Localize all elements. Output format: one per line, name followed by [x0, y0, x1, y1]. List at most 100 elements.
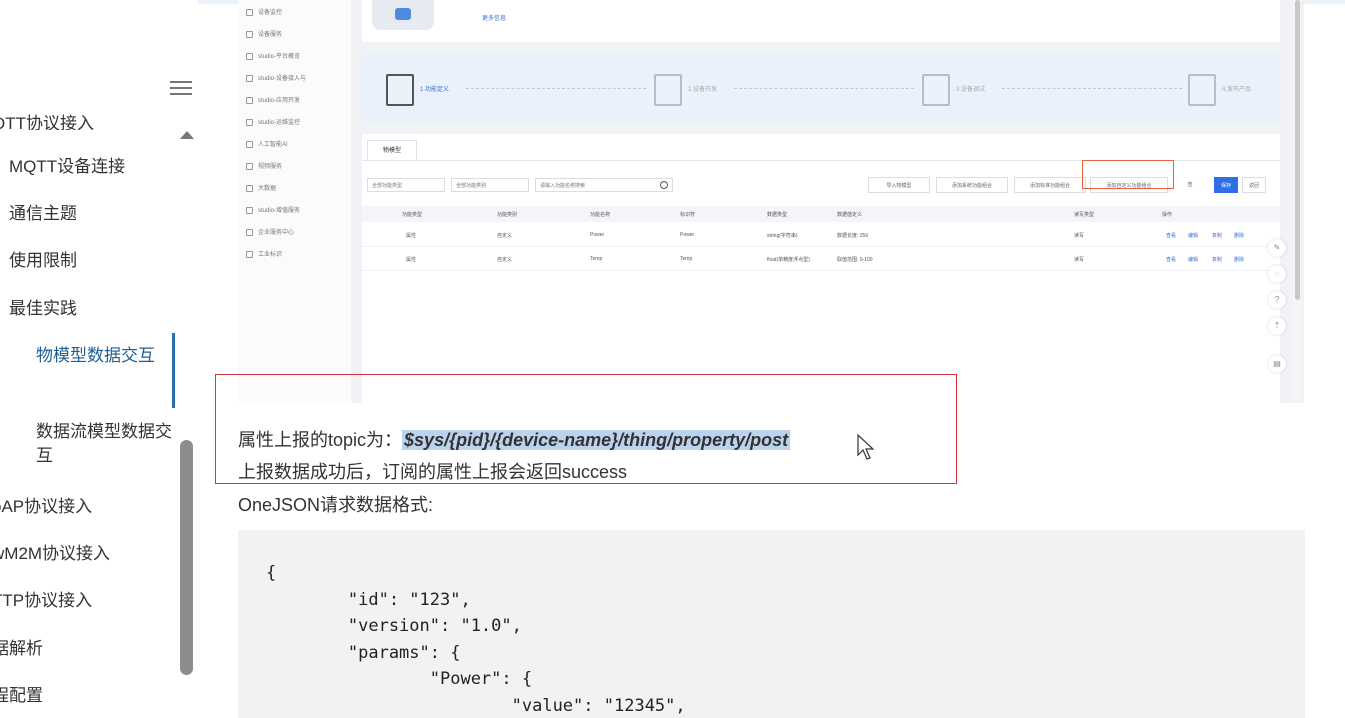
embed-sidebar-item: studio-应用开发	[246, 95, 300, 104]
filter-search-input: 请输入功能名称搜索	[535, 178, 673, 192]
add-standard-button: 添加标准功能组合	[1014, 177, 1086, 193]
embed-sidebar-item: 设备服务	[246, 29, 282, 38]
step-label: 4.发布产品	[1222, 87, 1252, 93]
step-dev-icon	[654, 74, 682, 106]
nav-item-http[interactable]: TTP协议接入	[0, 589, 92, 613]
filter-category-select: 全部功能类别	[451, 178, 529, 192]
step-define-icon	[386, 74, 414, 106]
nav-item-dataflow-model[interactable]: 数据流模型数据交互	[36, 420, 176, 468]
filter-type-select: 全部功能类型	[367, 178, 445, 192]
save-button: 保存	[1214, 177, 1238, 193]
hamburger-menu-icon[interactable]	[170, 77, 192, 99]
code-block[interactable]: { "id": "123", "version": "1.0", "params…	[238, 530, 1305, 718]
mouse-cursor-icon	[857, 433, 875, 460]
embed-sidebar-item: 视频服务	[246, 161, 282, 170]
cell-identifier: Power	[680, 232, 695, 238]
step-connector	[1002, 88, 1182, 89]
embed-sidebar: 设备监控 设备服务 studio-平台概览 studio-设备接入与 studi…	[238, 0, 351, 403]
embed-sidebar-item: studio-平台概览	[246, 51, 300, 60]
cell-type: 属性	[406, 257, 417, 263]
row-action-delete: 删除	[1234, 233, 1245, 239]
table-header: 功能类型 功能类别 功能名称 标识符 数据类型 数据值定义 读写类型 操作	[362, 206, 1280, 222]
nav-item-best-practice[interactable]: 最佳实践	[9, 297, 77, 321]
nav-item-mqtt-protocol[interactable]: QTT协议接入	[0, 112, 94, 130]
embedded-screenshot: 设备监控 设备服务 studio-平台概览 studio-设备接入与 studi…	[238, 0, 1304, 403]
row-action-delete: 删除	[1234, 257, 1245, 263]
embed-sidebar-item: studio-增值服务	[246, 205, 300, 214]
column-header: 读写类型	[1074, 212, 1095, 218]
tab-thing-model: 物模型	[367, 140, 417, 161]
embed-product-card: 更多信息	[362, 0, 1280, 42]
sidebar-scroll-thumb[interactable]	[180, 440, 193, 675]
column-header: 功能类别	[497, 212, 518, 218]
topic-value[interactable]: $sys/{pid}/{device-name}/thing/property/…	[402, 430, 791, 450]
top-float-icon: ⇡	[1268, 317, 1286, 335]
column-header: 数据值定义	[837, 212, 863, 218]
back-button: 返回	[1242, 177, 1266, 193]
table-row: 属性 自定义 Power Power string(字符串) 数据长度: 256…	[362, 224, 1280, 247]
embed-more-info: 更多信息	[482, 16, 507, 22]
column-header: 功能名称	[590, 212, 611, 218]
docs-sidebar: QTT协议接入 MQTT设备连接 通信主题 使用限制 最佳实践 物模型数据交互 …	[0, 0, 198, 718]
cell-category: 自定义	[497, 233, 513, 239]
format-label: OneJSON请求数据格式:	[238, 495, 434, 515]
cell-definition: 数据长度: 256	[837, 233, 869, 239]
cell-name: Temp	[590, 256, 603, 262]
doc-float-icon: ▤	[1268, 355, 1286, 373]
nav-item-limits[interactable]: 使用限制	[9, 249, 77, 273]
cell-rw: 读写	[1074, 257, 1085, 263]
step-label: 3.设备调试	[956, 87, 986, 93]
row-action-view: 查看	[1166, 233, 1177, 239]
row-action-copy: 复制	[1212, 233, 1223, 239]
edit-float-icon: ✎	[1268, 239, 1286, 257]
embed-sidebar-item: studio-运维监控	[246, 117, 300, 126]
column-header: 标识符	[680, 212, 696, 218]
scroll-up-arrow-icon[interactable]	[180, 131, 194, 139]
nav-item-coap[interactable]: oAP协议接入	[0, 495, 92, 519]
nav-item-topics[interactable]: 通信主题	[9, 202, 77, 226]
nav-item-config[interactable]: 程配置	[0, 684, 43, 708]
search-icon	[660, 181, 668, 189]
highlight-box	[1082, 160, 1174, 189]
nav-item-parse[interactable]: 据解析	[0, 637, 43, 661]
topic-line: 属性上报的topic为： $sys/{pid}/{device-name}/thi…	[238, 428, 791, 452]
product-image	[372, 0, 434, 30]
step-label: 1.功能定义	[420, 87, 450, 93]
embed-sidebar-item: 企业服务中心	[246, 227, 294, 236]
row-action-view: 查看	[1166, 257, 1177, 263]
step-publish-icon	[1188, 74, 1216, 106]
step-label: 2.设备开发	[688, 87, 718, 93]
row-action-edit: 编辑	[1188, 257, 1199, 263]
embed-steps: 1.功能定义 2.设备开发 3.设备调试 4.发布产品	[362, 52, 1280, 124]
code-content[interactable]: { "id": "123", "version": "1.0", "params…	[266, 560, 686, 718]
cell-data-type: float(单精度浮点型)	[767, 257, 810, 263]
cell-definition: 取值范围: 0-100	[837, 257, 873, 263]
embed-scroll-thumb	[1295, 0, 1300, 300]
help-float-icon: ?	[1268, 291, 1286, 309]
import-model-button: 导入物模型	[868, 177, 930, 193]
embed-sidebar-item: 大数据	[246, 183, 276, 192]
nav-item-mqtt-connect[interactable]: MQTT设备连接	[9, 155, 125, 179]
nav-item-lwm2m[interactable]: wM2M协议接入	[0, 542, 110, 566]
cell-rw: 读写	[1074, 233, 1085, 239]
step-debug-icon	[922, 74, 950, 106]
cell-data-type: string(字符串)	[767, 233, 798, 239]
column-header: 功能类型	[402, 212, 423, 218]
table-row: 属性 自定义 Temp Temp float(单精度浮点型) 取值范围: 0-1…	[362, 248, 1280, 271]
nav-item-thing-model[interactable]: 物模型数据交互	[36, 344, 176, 368]
cell-name: Power	[590, 232, 605, 238]
step-connector	[466, 88, 646, 89]
embed-thing-model-panel: 物模型 全部功能类型 全部功能类别 请输入功能名称搜索 导入物模型 添加系统功能…	[362, 134, 1280, 403]
success-line: 上报数据成功后，订阅的属性上报会返回success	[238, 462, 628, 482]
step-connector	[734, 88, 914, 89]
embed-sidebar-item: 工业标识	[246, 249, 282, 258]
active-indicator	[172, 333, 175, 408]
embed-sidebar-item: studio-设备接入与	[246, 73, 306, 82]
chat-float-icon: ◌	[1268, 265, 1286, 283]
row-action-edit: 编辑	[1188, 233, 1199, 239]
cell-category: 自定义	[497, 257, 513, 263]
more-button: 查	[1180, 177, 1200, 193]
cell-identifier: Temp	[680, 256, 693, 262]
row-action-copy: 复制	[1212, 257, 1223, 263]
topic-prefix: 属性上报的topic为：	[238, 430, 403, 450]
